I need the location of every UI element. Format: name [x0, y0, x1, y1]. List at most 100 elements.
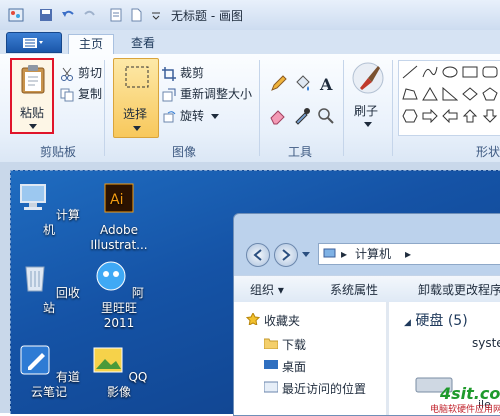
recent-places-icon — [264, 381, 278, 393]
ribbon-tab-row: 主页 查看 — [0, 30, 500, 54]
explorer-window[interactable]: ▸ 计算机 ▸ 组织 ▾ 系统属性 卸载或更改程序 收藏夹 下载 桌面 最近访问… — [233, 213, 500, 416]
curve-shape-icon[interactable] — [422, 65, 438, 79]
pasted-desktop-image[interactable]: 计算机 回收站 有道云笔记 Ai Adobe Illustrat... 阿里旺旺… — [10, 170, 500, 416]
illustrator-icon: Ai — [104, 183, 134, 213]
magnifier-icon[interactable] — [316, 106, 336, 126]
desktop-icon-qq-image[interactable]: QQ影像 — [89, 343, 149, 400]
selection-icon — [125, 66, 149, 88]
down-arrow-shape-icon[interactable] — [482, 109, 498, 123]
section-header: ◢ 硬盘 (5) — [404, 310, 468, 330]
resize-button[interactable]: 重新调整大小 — [162, 85, 252, 103]
aliwangwang-icon — [96, 261, 126, 291]
desktop-icon-youdao-note[interactable]: 有道云笔记 — [13, 343, 85, 400]
breadcrumb-separator: ▸ — [341, 247, 348, 261]
star-icon — [246, 313, 260, 325]
breadcrumb-separator: ▸ — [405, 247, 412, 261]
save-icon[interactable] — [38, 7, 54, 23]
group-divider — [259, 60, 260, 156]
svg-text:A: A — [319, 75, 333, 94]
breadcrumb[interactable]: 计算机 — [355, 244, 391, 264]
pencil-icon[interactable] — [268, 74, 288, 94]
folder-icon — [264, 338, 278, 349]
color-picker-icon[interactable] — [292, 106, 312, 126]
paste-button[interactable]: 粘贴 — [10, 58, 54, 134]
organize-label: 组织 — [250, 283, 275, 297]
watermark-logo: 4sit.com — [440, 384, 500, 403]
crop-button[interactable]: 裁剪 — [162, 64, 204, 82]
oval-shape-icon[interactable] — [442, 65, 458, 79]
select-button[interactable]: 选择 — [113, 58, 159, 138]
drive-item-label[interactable]: syste — [472, 336, 500, 350]
paste-label: 粘贴 — [20, 106, 45, 120]
crop-label: 裁剪 — [180, 66, 205, 80]
up-arrow-shape-icon[interactable] — [462, 109, 478, 123]
paint-app-icon — [8, 8, 24, 22]
copy-label: 复制 — [78, 87, 103, 101]
tab-view[interactable]: 查看 — [120, 34, 166, 54]
menu-icon — [23, 38, 43, 48]
cut-button[interactable]: 剪切 — [60, 64, 102, 82]
text-icon[interactable]: A — [316, 74, 336, 94]
desktop-icon-aliwangwang[interactable]: 阿里旺旺 2011 — [89, 259, 149, 331]
cut-label: 剪切 — [78, 66, 103, 80]
rounded-rectangle-shape-icon[interactable] — [482, 65, 498, 79]
chevron-down-icon[interactable] — [302, 252, 310, 257]
properties-icon[interactable] — [108, 7, 124, 23]
window-title: 无标题 - 画图 — [171, 9, 243, 23]
left-arrow-shape-icon[interactable] — [442, 109, 458, 123]
organize-button[interactable]: 组织 ▾ — [250, 281, 284, 298]
back-button[interactable] — [246, 243, 270, 267]
tab-home[interactable]: 主页 — [68, 34, 114, 54]
collapse-icon: ◢ — [404, 318, 411, 328]
nav-desktop[interactable]: 桌面 — [264, 358, 306, 375]
copy-button[interactable]: 复制 — [60, 85, 102, 103]
right-triangle-shape-icon[interactable] — [442, 87, 458, 101]
chevron-down-icon — [210, 114, 219, 119]
forward-button[interactable] — [274, 243, 298, 267]
group-divider — [343, 60, 344, 156]
chevron-down-icon — [364, 122, 372, 127]
shapes-group-label: 形状 — [476, 145, 500, 159]
rotate-label: 旋转 — [180, 109, 205, 123]
resize-icon — [162, 88, 176, 101]
uninstall-program-button[interactable]: 卸载或更改程序 — [418, 281, 500, 298]
diamond-shape-icon[interactable] — [462, 87, 478, 101]
hexagon-shape-icon[interactable] — [402, 109, 418, 123]
fill-icon[interactable] — [292, 74, 312, 94]
undo-icon[interactable] — [60, 7, 76, 23]
pentagon-shape-icon[interactable] — [482, 87, 498, 101]
eraser-icon[interactable] — [268, 106, 288, 126]
desktop-icon-label: Adobe Illustrat... — [90, 223, 148, 252]
rotate-button[interactable]: 旋转 — [162, 107, 219, 125]
nav-label: 最近访问的位置 — [282, 382, 367, 396]
tools-group-label: 工具 — [288, 145, 313, 159]
canvas-area[interactable]: 计算机 回收站 有道云笔记 Ai Adobe Illustrat... 阿里旺旺… — [0, 162, 500, 416]
redo-icon[interactable] — [82, 7, 98, 23]
nav-label: 下载 — [282, 338, 307, 352]
desktop-icon-computer[interactable]: 计算机 — [13, 181, 85, 238]
resize-label: 重新调整大小 — [180, 87, 253, 101]
group-divider — [104, 60, 105, 156]
brushes-button[interactable]: 刷子 — [348, 60, 388, 138]
desktop-icon — [264, 360, 278, 369]
brushes-label: 刷子 — [354, 104, 379, 118]
desktop-icon-adobe-illustrator[interactable]: Ai Adobe Illustrat... — [89, 181, 149, 253]
new-icon[interactable] — [128, 7, 144, 23]
paint-menu-button[interactable] — [6, 32, 62, 53]
right-arrow-shape-icon[interactable] — [422, 109, 438, 123]
triangle-shape-icon[interactable] — [422, 87, 438, 101]
nav-recent-places[interactable]: 最近访问的位置 — [264, 380, 367, 397]
system-properties-button[interactable]: 系统属性 — [330, 281, 378, 298]
section-label: 硬盘 (5) — [415, 313, 468, 329]
desktop-icon-recycle-bin[interactable]: 回收站 — [13, 259, 85, 316]
ribbon: 粘贴 剪切 复制 剪贴板 选择 裁剪 重新调整大小 旋转 图像 A 工具 刷子 … — [0, 54, 500, 163]
customize-qat-icon[interactable] — [148, 7, 164, 23]
nav-downloads[interactable]: 下载 — [264, 336, 307, 353]
rectangle-shape-icon[interactable] — [462, 65, 478, 79]
brush-icon — [352, 62, 384, 94]
line-shape-icon[interactable] — [402, 65, 418, 79]
address-bar[interactable]: ▸ 计算机 ▸ — [318, 243, 500, 265]
nav-favorites[interactable]: 收藏夹 — [246, 312, 300, 329]
polygon-shape-icon[interactable] — [402, 87, 418, 101]
recycle-bin-icon — [25, 266, 45, 292]
